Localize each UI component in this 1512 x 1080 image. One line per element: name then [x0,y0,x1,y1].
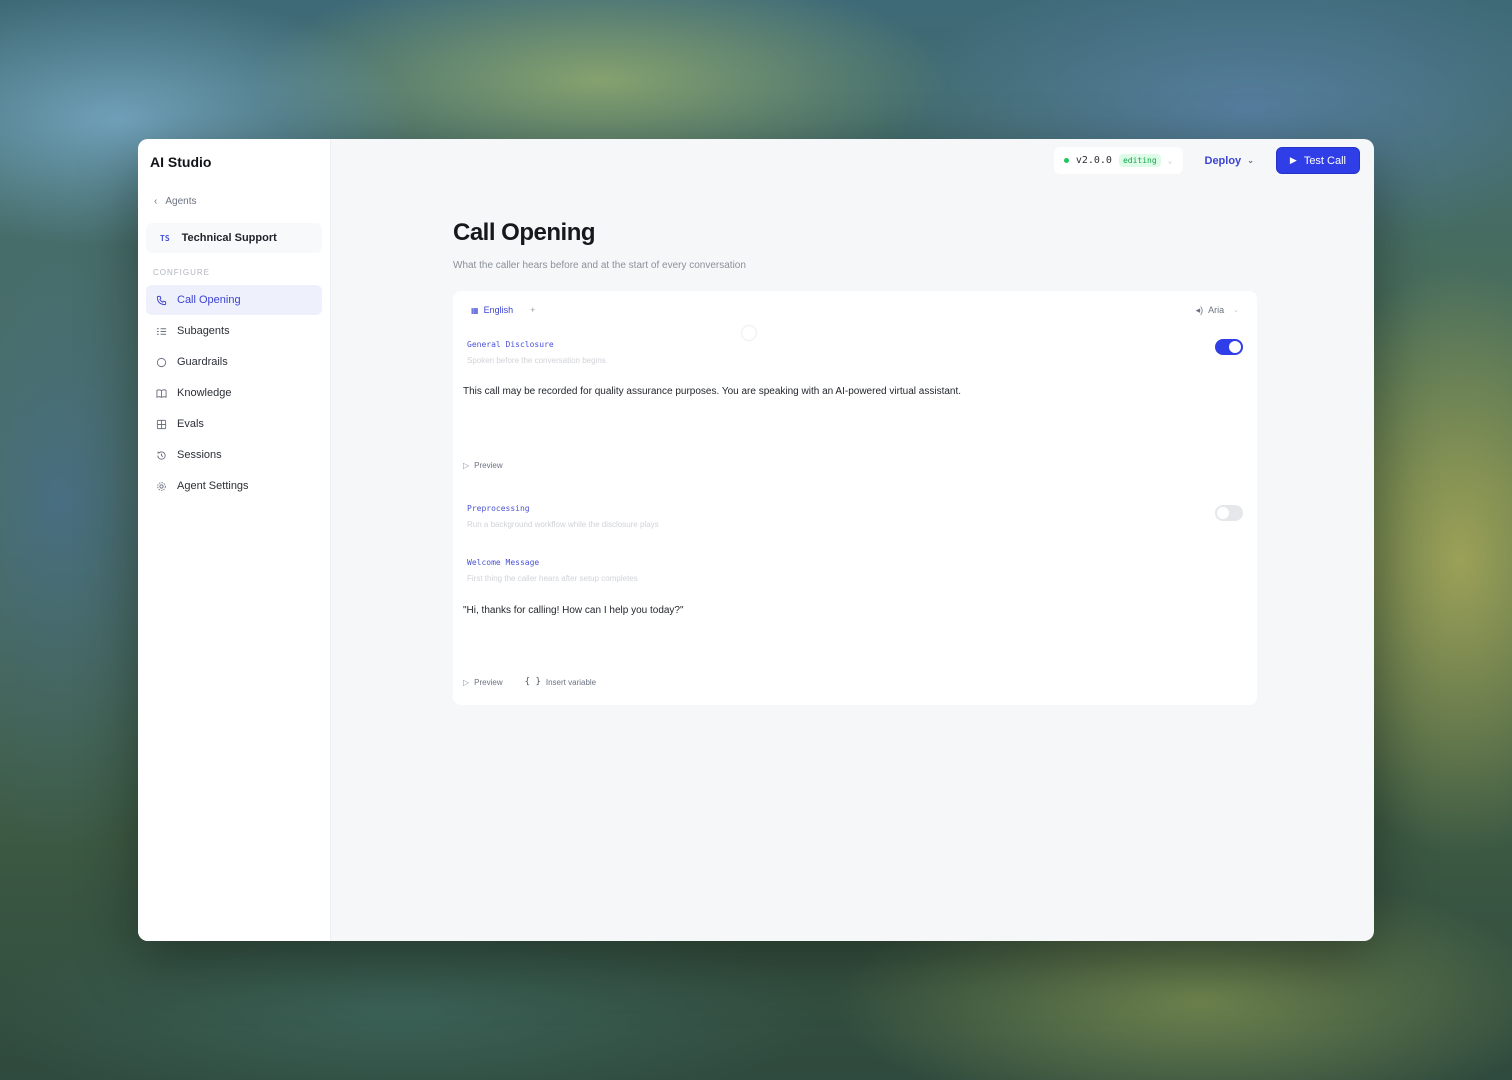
sidebar-item-label: Subagents [177,325,230,337]
toggle-knob [1229,341,1241,353]
version-selector[interactable]: v2.0.0 editing ⌄ [1053,147,1183,174]
general-disclosure-actions: ▷ Preview [463,461,503,470]
welcome-message-label: Welcome Message [467,558,540,567]
agent-name: Technical Support [181,232,277,244]
welcome-message-preview-button[interactable]: ▷ Preview [463,678,503,687]
version-status-badge: editing [1118,154,1161,167]
app-window: AI Studio ‹ Agents TS Technical Support … [138,139,1374,941]
general-disclosure-header: General Disclosure Spoken before the con… [467,339,1243,367]
general-disclosure-description: Spoken before the conversation begins [467,356,606,365]
top-toolbar: v2.0.0 editing ⌄ Deploy ⌄ ▶ Test Call [1053,147,1360,174]
call-opening-card: ▦ English + ◂) Aria ⌄ General Disclosure… [453,291,1257,705]
back-link-label: Agents [165,195,197,207]
back-to-agents-link[interactable]: ‹ Agents [146,193,322,209]
general-disclosure-text[interactable]: This call may be recorded for quality as… [463,385,1247,399]
speaker-icon: ◂) [1195,304,1204,315]
preprocessing-header: Preprocessing Run a background workflow … [467,503,1243,531]
phone-icon [155,294,167,306]
deploy-label: Deploy [1204,154,1242,167]
preprocessing-description: Run a background workflow while the disc… [467,520,659,529]
braces-icon: { } [524,677,541,687]
insert-variable-button[interactable]: { } Insert variable [525,677,597,687]
grid-icon [155,418,167,430]
chevron-down-icon: ⌄ [1247,156,1254,165]
circle-icon [155,356,167,368]
play-outline-icon: ▷ [463,677,470,687]
general-disclosure-toggle[interactable] [1215,339,1243,355]
language-label: English [483,305,514,315]
agent-initials: TS [160,233,170,243]
gear-icon [155,480,167,492]
sidebar-item-sessions[interactable]: Sessions [146,440,322,470]
sidebar-item-label: Sessions [177,449,222,461]
voice-selector[interactable]: ◂) Aria ⌄ [1196,305,1239,316]
welcome-message-text[interactable]: "Hi, thanks for calling! How can I help … [463,604,1247,618]
current-agent[interactable]: TS Technical Support [146,223,322,253]
toggle-knob [1217,507,1229,519]
play-icon: ▶ [1289,155,1297,165]
welcome-message-header: Welcome Message First thing the caller h… [467,557,1243,585]
preprocessing-toggle[interactable] [1215,505,1243,521]
play-outline-icon: ▷ [463,461,470,470]
general-disclosure-preview-button[interactable]: ▷ Preview [463,461,503,470]
sidebar-item-knowledge[interactable]: Knowledge [146,378,322,408]
test-call-label: Test Call [1303,154,1346,167]
sidebar-item-label: Knowledge [177,387,232,399]
chevron-down-icon: ⌄ [1167,156,1173,165]
sidebar-item-subagents[interactable]: Subagents [146,316,322,346]
deploy-button[interactable]: Deploy ⌄ [1193,147,1266,174]
sidebar-item-call-opening[interactable]: Call Opening [146,285,322,315]
welcome-message-description: First thing the caller hears after setup… [467,574,638,583]
sidebar-item-agent-settings[interactable]: Agent Settings [146,471,322,501]
app-brand: AI Studio [150,154,212,170]
main-panel: v2.0.0 editing ⌄ Deploy ⌄ ▶ Test Call Ca… [331,139,1374,941]
add-language-button[interactable]: + [530,305,535,315]
chevron-down-icon: ⌄ [1233,307,1239,314]
test-call-button[interactable]: ▶ Test Call [1275,147,1360,174]
sidebar-item-label: Call Opening [177,294,241,306]
sidebar-item-label: Evals [177,418,204,430]
page-subtitle: What the caller hears before and at the … [453,260,746,271]
preprocessing-label: Preprocessing [467,504,530,513]
voice-name: Aria [1208,305,1225,315]
sidebar: AI Studio ‹ Agents TS Technical Support … [138,139,331,941]
chevron-left-icon: ‹ [154,195,158,207]
language-selector[interactable]: ▦ English + [471,305,535,315]
sidebar-item-evals[interactable]: Evals [146,409,322,439]
preview-label: Preview [474,461,503,470]
sidebar-item-label: Agent Settings [177,480,249,492]
version-number: v2.0.0 [1075,155,1112,166]
section-label-configure: CONFIGURE [153,268,210,277]
sidebar-item-label: Guardrails [177,356,228,368]
insert-variable-label: Insert variable [545,677,597,687]
book-icon [155,387,167,399]
list-icon [155,325,167,337]
sidebar-item-guardrails[interactable]: Guardrails [146,347,322,377]
card-header: ▦ English + ◂) Aria ⌄ [471,301,1239,319]
page-content: Call Opening What the caller hears befor… [453,217,1257,705]
preview-label: Preview [474,677,503,687]
status-dot-icon [1063,158,1069,163]
sidebar-nav: Call Opening Subagents Guardrails Knowle… [146,285,322,501]
us-flag-icon: ▦ [471,305,479,315]
history-icon [155,449,167,461]
welcome-message-actions: ▷ Preview { } Insert variable [463,677,596,687]
general-disclosure-label: General Disclosure [467,340,554,349]
page-title: Call Opening [453,219,596,246]
